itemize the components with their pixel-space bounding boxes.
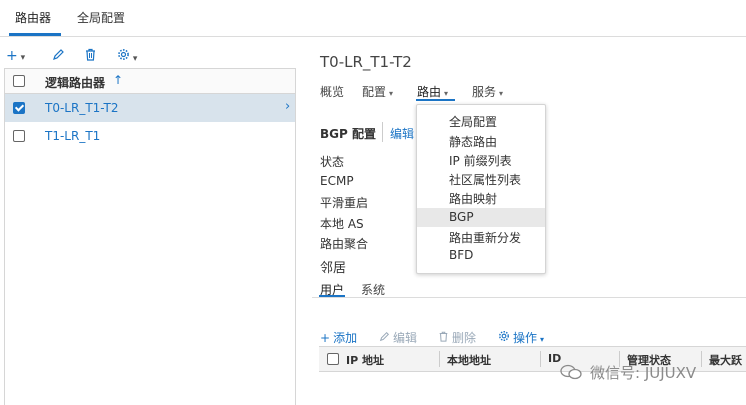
pencil-icon: [53, 49, 64, 60]
menu-item-route-redistribution[interactable]: 路由重新分发: [417, 227, 545, 246]
add-neighbor-button[interactable]: + 添加: [320, 329, 357, 346]
menu-item-global-config[interactable]: 全局配置: [417, 111, 545, 130]
edit-router-button[interactable]: [52, 48, 65, 65]
tab-global-config[interactable]: 全局配置: [77, 9, 125, 26]
bgp-config-title: BGP 配置: [320, 127, 376, 141]
chevron-right-icon: ›: [285, 99, 291, 114]
field-label-ecmp: ECMP: [320, 174, 354, 188]
divider: [312, 297, 746, 298]
field-label-route-aggregation: 路由聚合: [320, 237, 369, 251]
select-all-checkbox[interactable]: [13, 75, 25, 87]
chevron-down-icon: ▾: [499, 89, 504, 98]
chevron-down-icon: ▾: [130, 54, 138, 64]
watermark-text: 微信号: JUJUXV: [590, 364, 697, 382]
column-divider[interactable]: [701, 351, 702, 367]
router-list-panel: 逻辑路由器 ↑ T0-LR_T1-T2 › T1-LR_T1: [4, 68, 296, 405]
menu-item-ip-prefix-lists[interactable]: IP 前缀列表: [417, 150, 545, 169]
router-row[interactable]: T0-LR_T1-T2 ›: [5, 94, 295, 122]
select-all-checkbox[interactable]: [327, 353, 339, 365]
settings-menu-button[interactable]: ▾: [117, 48, 137, 67]
wechat-logo-icon: [560, 364, 582, 380]
actions-menu-button[interactable]: 操作 ▾: [498, 329, 544, 346]
chevron-down-icon: ▾: [444, 89, 449, 98]
field-label-status: 状态: [320, 155, 345, 169]
chevron-down-icon: ▾: [389, 89, 394, 98]
top-tab-bar: 路由器 全局配置: [0, 0, 746, 37]
plus-icon: +: [320, 331, 331, 345]
router-row[interactable]: T1-LR_T1: [5, 122, 295, 150]
column-header-logical-router[interactable]: 逻辑路由器: [45, 74, 105, 91]
menu-item-route-maps[interactable]: 路由映射: [417, 188, 545, 207]
gear-icon: [118, 49, 129, 60]
router-name-link[interactable]: T1-LR_T1: [45, 129, 100, 143]
router-detail-title: T0-LR_T1-T2: [320, 53, 412, 71]
nav-overview[interactable]: 概览: [320, 83, 344, 100]
column-header-ip[interactable]: IP 地址: [346, 352, 384, 368]
trash-icon: [86, 48, 95, 61]
gear-icon: [499, 331, 509, 341]
menu-item-static-routes[interactable]: 静态路由: [417, 131, 545, 150]
edit-neighbor-button[interactable]: 编辑: [379, 329, 417, 346]
sort-ascending-icon[interactable]: ↑: [113, 73, 123, 87]
menu-item-bgp[interactable]: BGP: [417, 208, 545, 227]
nav-config[interactable]: 配置 ▾: [362, 83, 393, 100]
field-label-graceful-restart: 平滑重启: [320, 196, 369, 210]
tab-system[interactable]: 系统: [361, 281, 385, 298]
chevron-down-icon: ▾: [17, 53, 26, 63]
menu-item-community-lists[interactable]: 社区属性列表: [417, 169, 545, 188]
field-label-local-as: 本地 AS: [320, 217, 364, 231]
nav-routing[interactable]: 路由 ▾: [417, 83, 448, 100]
router-name-link[interactable]: T0-LR_T1-T2: [45, 101, 118, 115]
active-nav-indicator: [416, 99, 455, 101]
row-checkbox[interactable]: [13, 130, 25, 142]
routing-dropdown-menu: 全局配置 静态路由 IP 前缀列表 社区属性列表 路由映射 BGP 路由重新分发…: [416, 104, 546, 274]
column-divider[interactable]: [540, 351, 541, 367]
row-checkbox[interactable]: [13, 102, 25, 114]
plus-icon: +: [6, 48, 18, 64]
nav-services[interactable]: 服务 ▾: [472, 83, 503, 100]
delete-router-button[interactable]: [84, 48, 97, 65]
delete-neighbor-button[interactable]: 删除: [438, 329, 476, 346]
column-header-max-hop[interactable]: 最大跃: [709, 352, 742, 368]
column-header-local-address[interactable]: 本地地址: [447, 352, 491, 368]
active-tab-indicator: [9, 33, 61, 36]
column-divider[interactable]: [439, 351, 440, 367]
bgp-edit-link[interactable]: 编辑: [390, 125, 414, 142]
chevron-down-icon: ▾: [540, 335, 545, 344]
router-list-header: 逻辑路由器 ↑: [5, 69, 295, 94]
menu-item-bfd[interactable]: BFD: [417, 246, 545, 265]
add-router-button[interactable]: + ▾: [6, 48, 25, 66]
trash-icon: [439, 331, 448, 342]
pencil-icon: [379, 331, 390, 342]
neighbors-section-title: 邻居: [320, 261, 347, 276]
tab-routers[interactable]: 路由器: [15, 9, 51, 26]
divider: [382, 122, 383, 142]
